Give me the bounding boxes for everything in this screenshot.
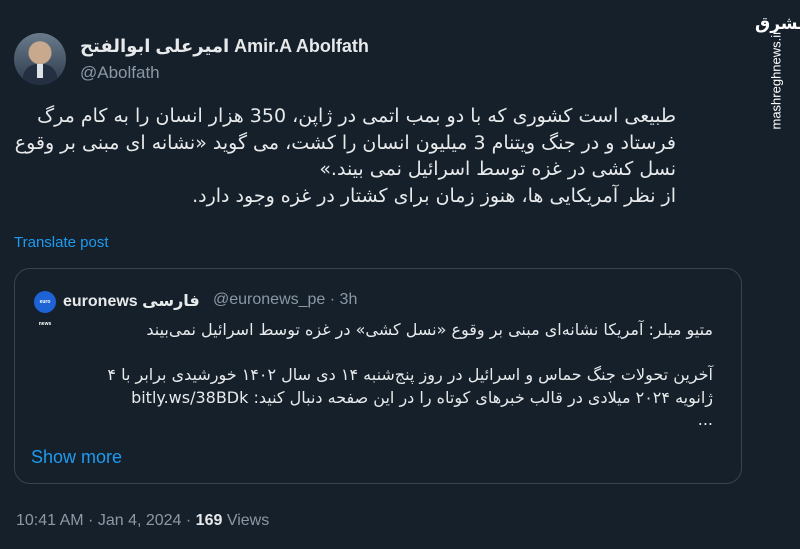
- quoted-post[interactable]: euro news euronews فارسی @euronews_pe · …: [14, 268, 742, 484]
- tweet-line: فرستاد و در جنگ ویتنام 3 میلیون انسان را…: [14, 131, 676, 154]
- show-more-link[interactable]: Show more: [31, 447, 122, 468]
- footer-separator: ·: [83, 512, 98, 529]
- footer-separator: ·: [181, 512, 196, 529]
- quoted-text: متیو میلر: آمریکا نشانه‌ای مبنی بر وقوع …: [33, 319, 713, 432]
- tweet-line: طبیعی است کشوری که با دو بمب اتمی در ژاپ…: [37, 105, 676, 127]
- views-count: 169: [195, 512, 223, 529]
- author-name-en: Amir.A Abolfath: [234, 36, 369, 56]
- quoted-line: ...: [697, 410, 713, 429]
- post-footer: 10:41 AM · Jan 4, 2024 · 169 Views: [16, 512, 269, 530]
- post-time[interactable]: 10:41 AM: [16, 512, 84, 529]
- watermark-site: mashreghnews.ir: [768, 30, 784, 130]
- quoted-handle: @euronews_pe: [213, 291, 326, 308]
- quoted-author-name: euronews فارسی: [63, 293, 200, 310]
- views-label: Views: [222, 512, 270, 529]
- quoted-avatar: euro news: [34, 291, 56, 327]
- tweet-text: طبیعی است کشوری که با دو بمب اتمی در ژاپ…: [14, 103, 676, 209]
- quoted-meta: @euronews_pe · 3h: [213, 291, 357, 309]
- quoted-time: 3h: [339, 291, 358, 308]
- post-date[interactable]: Jan 4, 2024: [98, 512, 182, 529]
- quoted-line: آخرین تحولات جنگ حماس و اسرائیل در روز پ…: [107, 365, 713, 384]
- quoted-separator: ·: [329, 291, 336, 308]
- tweet: امیرعلی ابوالفتح Amir.A Abolfath @Abolfa…: [0, 0, 752, 549]
- author-avatar[interactable]: [14, 33, 66, 85]
- quoted-line: [33, 342, 713, 365]
- author-name-fa: امیرعلی ابوالفتح: [80, 36, 230, 56]
- tweet-line: نسل کشی در غزه توسط اسرائیل نمی بیند.»: [319, 158, 676, 180]
- tweet-line: از نظر آمریکایی ها، هنوز زمان برای کشتار…: [192, 184, 676, 207]
- avatar-shirt: [37, 64, 43, 78]
- translate-post-link[interactable]: Translate post: [14, 234, 109, 251]
- author-handle[interactable]: @Abolfath: [80, 63, 160, 83]
- quoted-line: متیو میلر: آمریکا نشانه‌ای مبنی بر وقوع …: [146, 320, 713, 339]
- author-name[interactable]: امیرعلی ابوالفتح Amir.A Abolfath: [80, 36, 369, 57]
- quoted-line: ژانویه ۲۰۲۴ میلادی در قالب خبرهای کوتاه …: [131, 387, 713, 407]
